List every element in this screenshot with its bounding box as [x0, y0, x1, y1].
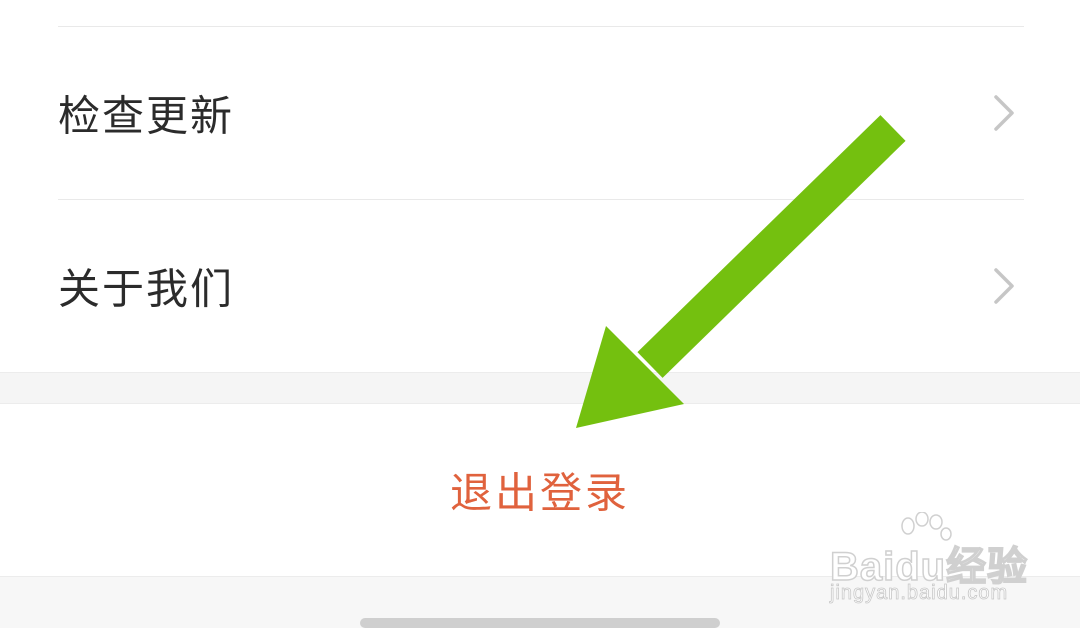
settings-list: 检查更新 关于我们 — [0, 0, 1080, 372]
logout-label: 退出登录 — [449, 468, 630, 518]
chevron-right-icon — [994, 95, 1014, 131]
list-item-about-us[interactable]: 关于我们 — [0, 200, 1080, 372]
section-separator — [0, 372, 1080, 404]
chevron-right-icon — [994, 268, 1014, 304]
settings-screen: 检查更新 关于我们 退出登录 Baidu经验 jingyan.baidu.com — [0, 0, 1080, 628]
home-indicator[interactable] — [360, 618, 720, 628]
list-item-label: 关于我们 — [58, 264, 235, 314]
list-item-label: 检查更新 — [58, 91, 235, 141]
logout-button[interactable]: 退出登录 — [0, 404, 1080, 576]
list-item-check-update[interactable]: 检查更新 — [0, 27, 1080, 199]
